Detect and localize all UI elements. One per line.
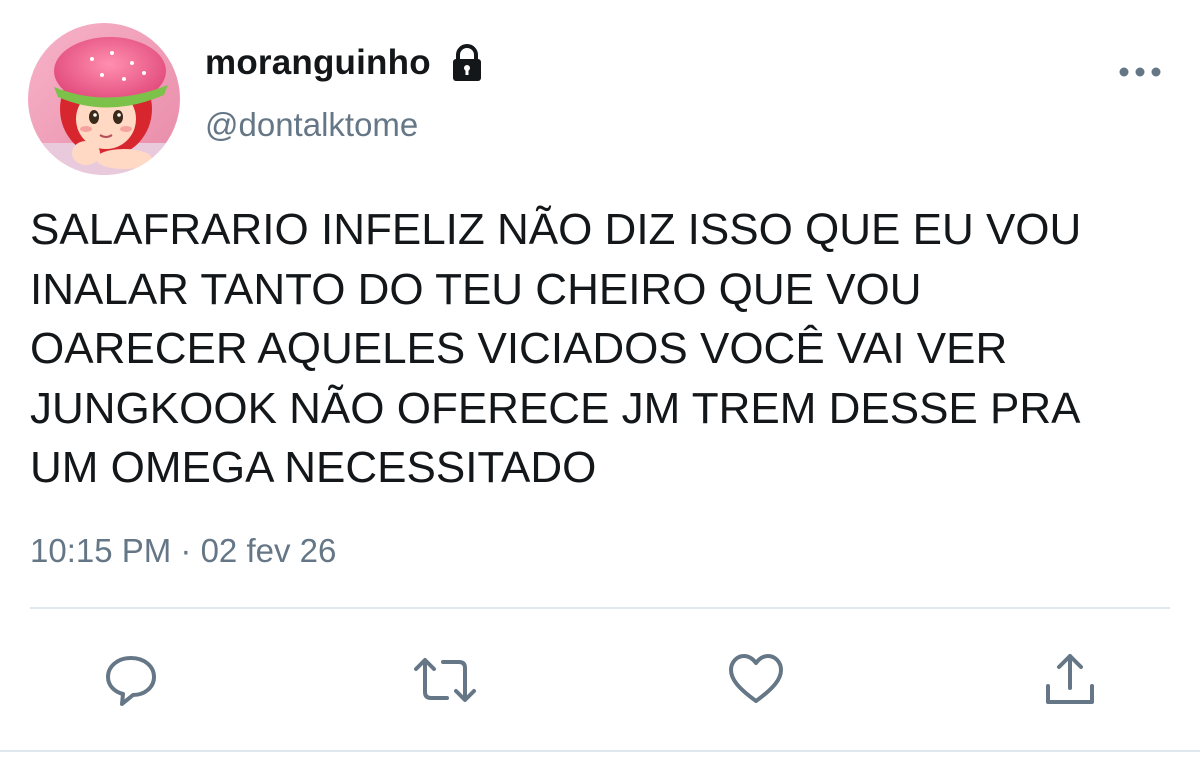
more-horizontal-icon[interactable] [1118,62,1162,82]
display-name[interactable]: moranguinho [205,43,431,83]
tweet-card: moranguinho @dontalktome SALAFRARIO INFE… [0,0,1200,768]
heart-icon [729,654,783,703]
avatar[interactable] [28,23,180,175]
divider [0,750,1200,752]
speech-bubble-icon [106,656,156,706]
retweet-icon [414,658,476,702]
display-name-row: moranguinho [205,40,487,86]
lock-icon [447,43,487,83]
tweet-text: SALAFRARIO INFELIZ NÃO DIZ ISSO QUE EU V… [30,205,1082,492]
share-icon [1046,654,1094,704]
user-handle[interactable]: @dontalktome [205,106,418,144]
reply-button[interactable] [103,652,159,708]
divider [30,607,1170,609]
share-button[interactable] [1042,652,1098,708]
like-button[interactable] [728,652,784,708]
retweet-button[interactable] [413,652,476,708]
tweet-timestamp[interactable]: 10:15 PM · 02 fev 26 [30,532,336,570]
